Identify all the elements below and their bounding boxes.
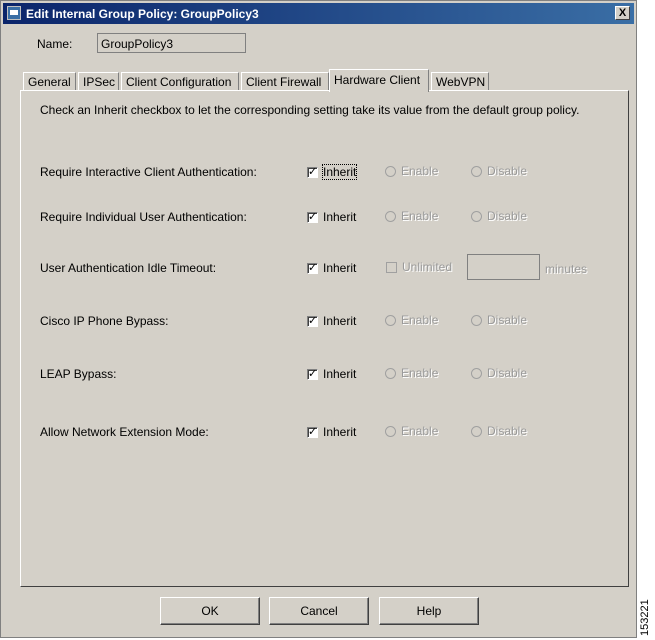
inherit-label: Inherit <box>323 425 357 439</box>
disable-label: Disable <box>487 366 528 380</box>
idle-timeout-input[interactable] <box>467 254 540 280</box>
ok-button[interactable]: OK <box>160 597 260 625</box>
inherit-checkbox-idle-timeout[interactable]: Inherit <box>307 261 356 275</box>
checkbox-checked-icon <box>307 425 318 438</box>
disable-radio-cisco-ip-phone-bypass[interactable]: Disable <box>471 313 527 327</box>
radio-icon <box>471 210 482 222</box>
enable-radio-leap-bypass[interactable]: Enable <box>385 366 438 380</box>
inherit-checkbox-leap-bypass[interactable]: Inherit <box>307 367 356 381</box>
checkbox-checked-icon <box>307 210 318 223</box>
name-field: GroupPolicy3 <box>97 33 246 53</box>
row-label-cisco-ip-phone-bypass: Cisco IP Phone Bypass: <box>40 314 169 328</box>
inherit-label: Inherit <box>323 261 357 275</box>
checkbox-checked-icon <box>307 261 318 274</box>
disable-label: Disable <box>487 164 528 178</box>
inherit-label: Inherit <box>323 314 357 328</box>
instruction-text: Check an Inherit checkbox to let the cor… <box>40 103 580 117</box>
disable-radio-individual-user-auth[interactable]: Disable <box>471 209 527 223</box>
inherit-label: Inherit <box>323 367 357 381</box>
radio-icon <box>471 165 482 177</box>
radio-icon <box>471 314 482 326</box>
help-button[interactable]: Help <box>379 597 479 625</box>
row-label-network-extension-mode: Allow Network Extension Mode: <box>40 425 209 439</box>
disable-label: Disable <box>487 313 528 327</box>
checkbox-checked-icon <box>307 314 318 327</box>
row-label-interactive-client-auth: Require Interactive Client Authenticatio… <box>40 165 257 179</box>
tab-general[interactable]: General <box>23 72 76 90</box>
title-bar[interactable]: Edit Internal Group Policy: GroupPolicy3… <box>3 3 634 24</box>
disable-radio-interactive-client-auth[interactable]: Disable <box>471 164 527 178</box>
enable-radio-individual-user-auth[interactable]: Enable <box>385 209 438 223</box>
tab-webvpn[interactable]: WebVPN <box>431 72 489 90</box>
enable-label: Enable <box>401 164 439 178</box>
radio-icon <box>471 425 482 437</box>
tab-client-configuration[interactable]: Client Configuration <box>121 72 239 90</box>
row-label-leap-bypass: LEAP Bypass: <box>40 367 117 381</box>
figure-id: 153221 <box>639 599 651 636</box>
checkbox-checked-icon <box>307 367 318 380</box>
cancel-button[interactable]: Cancel <box>269 597 369 625</box>
radio-icon <box>385 314 396 326</box>
radio-icon <box>385 165 396 177</box>
window-title: Edit Internal Group Policy: GroupPolicy3 <box>26 7 259 21</box>
enable-label: Enable <box>401 424 439 438</box>
tab-hardware-client[interactable]: Hardware Client <box>329 69 429 92</box>
radio-icon <box>385 367 396 379</box>
enable-label: Enable <box>401 313 439 327</box>
enable-label: Enable <box>401 209 439 223</box>
radio-icon <box>385 425 396 437</box>
row-label-individual-user-auth: Require Individual User Authentication: <box>40 210 247 224</box>
close-icon[interactable]: X <box>615 6 630 20</box>
checkbox-icon <box>386 261 397 273</box>
inherit-checkbox-individual-user-auth[interactable]: Inherit <box>307 210 356 224</box>
checkbox-checked-icon <box>307 165 318 178</box>
disable-radio-network-extension-mode[interactable]: Disable <box>471 424 527 438</box>
name-label: Name: <box>37 37 73 51</box>
minutes-label: minutes <box>545 262 588 276</box>
disable-label: Disable <box>487 209 528 223</box>
inherit-label: Inherit <box>323 210 357 224</box>
row-label-idle-timeout: User Authentication Idle Timeout: <box>40 261 217 275</box>
unlimited-label: Unlimited <box>402 260 453 274</box>
enable-radio-cisco-ip-phone-bypass[interactable]: Enable <box>385 313 438 327</box>
inherit-checkbox-interactive-client-auth[interactable]: Inherit <box>307 164 358 180</box>
enable-radio-interactive-client-auth[interactable]: Enable <box>385 164 438 178</box>
radio-icon <box>471 367 482 379</box>
radio-icon <box>385 210 396 222</box>
enable-radio-network-extension-mode[interactable]: Enable <box>385 424 438 438</box>
inherit-checkbox-network-extension-mode[interactable]: Inherit <box>307 425 356 439</box>
disable-radio-leap-bypass[interactable]: Disable <box>471 366 527 380</box>
tab-client-firewall[interactable]: Client Firewall <box>241 72 329 90</box>
disable-label: Disable <box>487 424 528 438</box>
inherit-label: Inherit <box>321 164 358 180</box>
enable-label: Enable <box>401 366 439 380</box>
unlimited-checkbox[interactable]: Unlimited <box>386 260 452 274</box>
app-window-icon <box>7 6 21 20</box>
tab-ipsec[interactable]: IPSec <box>78 72 119 90</box>
inherit-checkbox-cisco-ip-phone-bypass[interactable]: Inherit <box>307 314 356 328</box>
